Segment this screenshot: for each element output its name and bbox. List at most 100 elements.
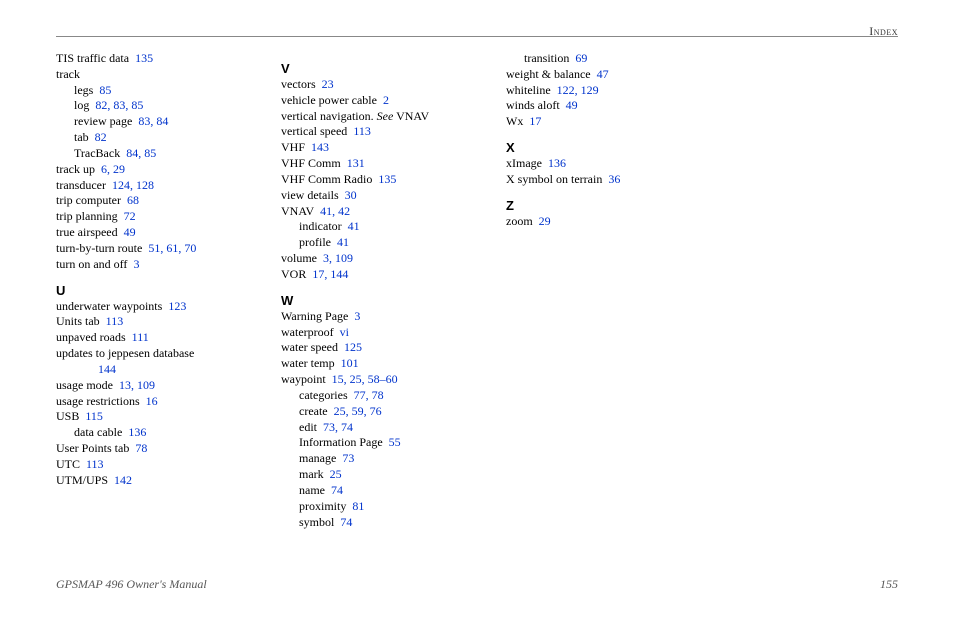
page-reference[interactable]: 109 xyxy=(137,378,155,392)
page-reference[interactable]: 129 xyxy=(581,83,599,97)
page-reference[interactable]: 131 xyxy=(347,156,365,170)
page-reference[interactable]: 3 xyxy=(354,309,360,323)
page-reference[interactable]: 78 xyxy=(135,441,147,455)
page-reference[interactable]: 72 xyxy=(124,209,136,223)
page-reference[interactable]: 30 xyxy=(345,188,357,202)
page-reference[interactable]: 84 xyxy=(156,114,168,128)
page-reference[interactable]: 51 xyxy=(148,241,160,255)
page-reference[interactable]: 25 xyxy=(330,467,342,481)
page-reference[interactable]: 76 xyxy=(370,404,382,418)
page-reference[interactable]: 47 xyxy=(597,67,609,81)
page-reference[interactable]: 109 xyxy=(335,251,353,265)
page-reference[interactable]: 25 xyxy=(350,372,362,386)
page-reference[interactable]: 85 xyxy=(99,83,111,97)
index-entry: true airspeed 49 xyxy=(56,225,275,241)
page-reference[interactable]: 25 xyxy=(334,404,346,418)
page-reference[interactable]: 101 xyxy=(341,356,359,370)
page-reference[interactable]: 81 xyxy=(352,499,364,513)
page-reference[interactable]: 2 xyxy=(383,93,389,107)
page-reference[interactable]: 16 xyxy=(146,394,158,408)
index-columns: TIS traffic data 135tracklegs 85log 82, … xyxy=(56,51,898,530)
page-reference[interactable]: 17 xyxy=(529,114,541,128)
page-reference[interactable]: 74 xyxy=(340,515,352,529)
page-reference[interactable]: 144 xyxy=(330,267,348,281)
page-reference[interactable]: 55 xyxy=(389,435,401,449)
page-reference[interactable]: 115 xyxy=(85,409,103,423)
see-label: See xyxy=(377,109,394,123)
index-entry: log 82, 83, 85 xyxy=(56,98,275,114)
page-reference[interactable]: 83 xyxy=(113,98,125,112)
page-reference[interactable]: 128 xyxy=(136,178,154,192)
page-reference[interactable]: 143 xyxy=(311,140,329,154)
index-entry: zoom 29 xyxy=(506,214,725,230)
index-entry-text: true airspeed xyxy=(56,225,118,239)
page-reference[interactable]: 135 xyxy=(135,51,153,65)
index-entry-text: track xyxy=(56,67,80,81)
index-entry-text: legs xyxy=(74,83,93,97)
page-reference[interactable]: 58–60 xyxy=(368,372,398,386)
page-reference[interactable]: 77 xyxy=(354,388,366,402)
page-reference[interactable]: 29 xyxy=(113,162,125,176)
page-reference[interactable]: 142 xyxy=(114,473,132,487)
index-entry: VHF Comm Radio 135 xyxy=(281,172,500,188)
page-reference[interactable]: 74 xyxy=(341,420,353,434)
index-entry-text: Units tab xyxy=(56,314,100,328)
page-reference[interactable]: 41 xyxy=(320,204,332,218)
page-reference[interactable]: 136 xyxy=(128,425,146,439)
page-reference[interactable]: 124 xyxy=(112,178,130,192)
page-reference[interactable]: 69 xyxy=(575,51,587,65)
page-reference[interactable]: 113 xyxy=(106,314,124,328)
page-reference[interactable]: 42 xyxy=(338,204,350,218)
page-reference[interactable]: 15 xyxy=(332,372,344,386)
page-reference[interactable]: 123 xyxy=(168,299,186,313)
page-reference[interactable]: 13 xyxy=(119,378,131,392)
page-reference[interactable]: 85 xyxy=(131,98,143,112)
page-reference[interactable]: 36 xyxy=(608,172,620,186)
page-reference[interactable]: 41 xyxy=(337,235,349,249)
index-entry-text: indicator xyxy=(299,219,342,233)
page-reference[interactable]: 41 xyxy=(348,219,360,233)
page-reference[interactable]: 3 xyxy=(133,257,139,271)
page-reference[interactable]: 78 xyxy=(372,388,384,402)
page-reference[interactable]: 68 xyxy=(127,193,139,207)
page-reference[interactable]: 29 xyxy=(539,214,551,228)
page-reference[interactable]: 70 xyxy=(184,241,196,255)
index-entry-text: UTM/UPS xyxy=(56,473,108,487)
page-reference[interactable]: 144 xyxy=(98,362,116,376)
section-letter: V xyxy=(281,61,500,76)
index-entry: name 74 xyxy=(281,483,500,499)
index-entry: usage restrictions 16 xyxy=(56,394,275,410)
page-reference[interactable]: 84 xyxy=(126,146,138,160)
index-entry-text: mark xyxy=(299,467,324,481)
index-entry: TIS traffic data 135 xyxy=(56,51,275,67)
page-reference[interactable]: 49 xyxy=(124,225,136,239)
index-entry-text: review page xyxy=(74,114,132,128)
page-reference[interactable]: vi xyxy=(340,325,349,339)
index-entry: tab 82 xyxy=(56,130,275,146)
page-reference[interactable]: 23 xyxy=(322,77,334,91)
index-entry-text: waypoint xyxy=(281,372,326,386)
header-index-label: Index xyxy=(869,24,898,39)
page-reference[interactable]: 61 xyxy=(166,241,178,255)
page-reference[interactable]: 113 xyxy=(86,457,104,471)
page-reference[interactable]: 85 xyxy=(144,146,156,160)
page-reference[interactable]: 125 xyxy=(344,340,362,354)
page-reference[interactable]: 82 xyxy=(95,98,107,112)
page-reference[interactable]: 74 xyxy=(331,483,343,497)
page-reference[interactable]: 122 xyxy=(557,83,575,97)
index-entry: vertical speed 113 xyxy=(281,124,500,140)
page-reference[interactable]: 113 xyxy=(353,124,371,138)
page-reference[interactable]: 49 xyxy=(566,98,578,112)
index-entry-text: Wx xyxy=(506,114,523,128)
index-entry: waypoint 15, 25, 58–60 xyxy=(281,372,500,388)
page-reference[interactable]: 82 xyxy=(95,130,107,144)
page-reference[interactable]: 111 xyxy=(132,330,149,344)
page-reference[interactable]: 73 xyxy=(342,451,354,465)
page-reference[interactable]: 135 xyxy=(378,172,396,186)
index-entry-text: water temp xyxy=(281,356,335,370)
page-reference[interactable]: 73 xyxy=(323,420,335,434)
page-reference[interactable]: 17 xyxy=(312,267,324,281)
page-reference[interactable]: 83 xyxy=(138,114,150,128)
page-reference[interactable]: 59 xyxy=(352,404,364,418)
page-reference[interactable]: 136 xyxy=(548,156,566,170)
